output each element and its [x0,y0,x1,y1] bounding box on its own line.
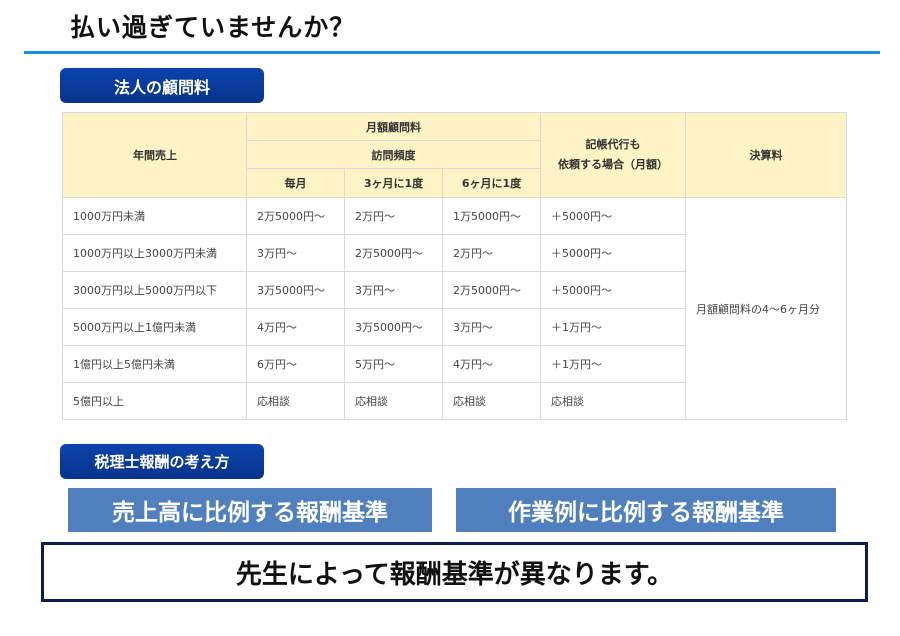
header-monthly-fee: 月額顧問料 [245,112,542,141]
monthly-fee-cell: 3万円～ [246,234,345,272]
bookkeeping-fee-cell: ＋5000円～ [540,197,687,235]
bookkeeping-fee-cell: 応相談 [540,382,687,420]
page-title: 払い過ぎていませんか？ [70,13,356,42]
header-every-6-months: 6ヶ月に1度 [441,168,542,198]
bookkeeping-fee-cell: ＋5000円～ [540,234,687,272]
semiannual-fee-cell: 2万円～ [441,234,542,272]
settlement-fee-cell: 月額顧問料の4～6ヶ月分 [685,197,848,420]
header-visit-frequency: 訪問頻度 [245,140,542,169]
header-bookkeeping-line1: 記帳代行も [585,138,641,151]
monthly-fee-cell: 3万5000円～ [246,271,345,309]
sales-proportional-band: 売上高に比例する報酬基準 [68,488,432,532]
quarterly-fee-cell: 2万円～ [344,197,443,235]
sales-cell: 5億円以上 [62,382,247,420]
conclusion-message: 先生によって報酬基準が異なります。 [41,542,868,602]
header-bookkeeping: 記帳代行も 依頼する場合（月額） [540,112,687,198]
semiannual-fee-cell: 4万円～ [441,345,542,383]
header-bookkeeping-line2: 依頼する場合（月額） [558,158,669,171]
sales-cell: 1000万円以上3000万円未満 [62,234,247,272]
fee-concept-section-label: 税理士報酬の考え方 [60,444,264,479]
quarterly-fee-cell: 3万円～ [344,271,443,309]
sales-cell: 3000万円以上5000万円以下 [62,271,247,309]
monthly-fee-cell: 4万円～ [246,308,345,346]
quarterly-fee-cell: 2万5000円～ [344,234,443,272]
title-divider [24,51,880,54]
semiannual-fee-cell: 2万5000円～ [441,271,542,309]
semiannual-fee-cell: 応相談 [441,382,542,420]
header-every-3-months: 3ヶ月に1度 [344,168,443,198]
monthly-fee-cell: 応相談 [246,382,345,420]
sales-cell: 1億円以上5億円未満 [62,345,247,383]
monthly-fee-cell: 6万円～ [246,345,345,383]
semiannual-fee-cell: 1万5000円～ [441,197,542,235]
sales-cell: 1000万円未満 [62,197,247,235]
quarterly-fee-cell: 5万円～ [344,345,443,383]
corporate-fee-table: 年間売上 月額顧問料 記帳代行も 依頼する場合（月額） 決算料 訪問頻度 毎月 … [62,112,848,420]
corporate-fee-section-label: 法人の顧問料 [60,68,264,103]
header-every-month: 毎月 [246,168,345,198]
bookkeeping-fee-cell: ＋1万円～ [540,345,687,383]
header-settlement: 決算料 [685,112,848,198]
bookkeeping-fee-cell: ＋5000円～ [540,271,687,309]
header-annual-sales: 年間売上 [62,112,247,198]
table-row: 1000万円未満 2万5000円～ 2万円～ 1万5000円～ ＋5000円～ … [62,197,848,420]
semiannual-fee-cell: 3万円～ [441,308,542,346]
work-proportional-band: 作業例に比例する報酬基準 [456,488,836,532]
bookkeeping-fee-cell: ＋1万円～ [540,308,687,346]
quarterly-fee-cell: 応相談 [344,382,443,420]
monthly-fee-cell: 2万5000円～ [246,197,345,235]
quarterly-fee-cell: 3万5000円～ [344,308,443,346]
sales-cell: 5000万円以上1億円未満 [62,308,247,346]
